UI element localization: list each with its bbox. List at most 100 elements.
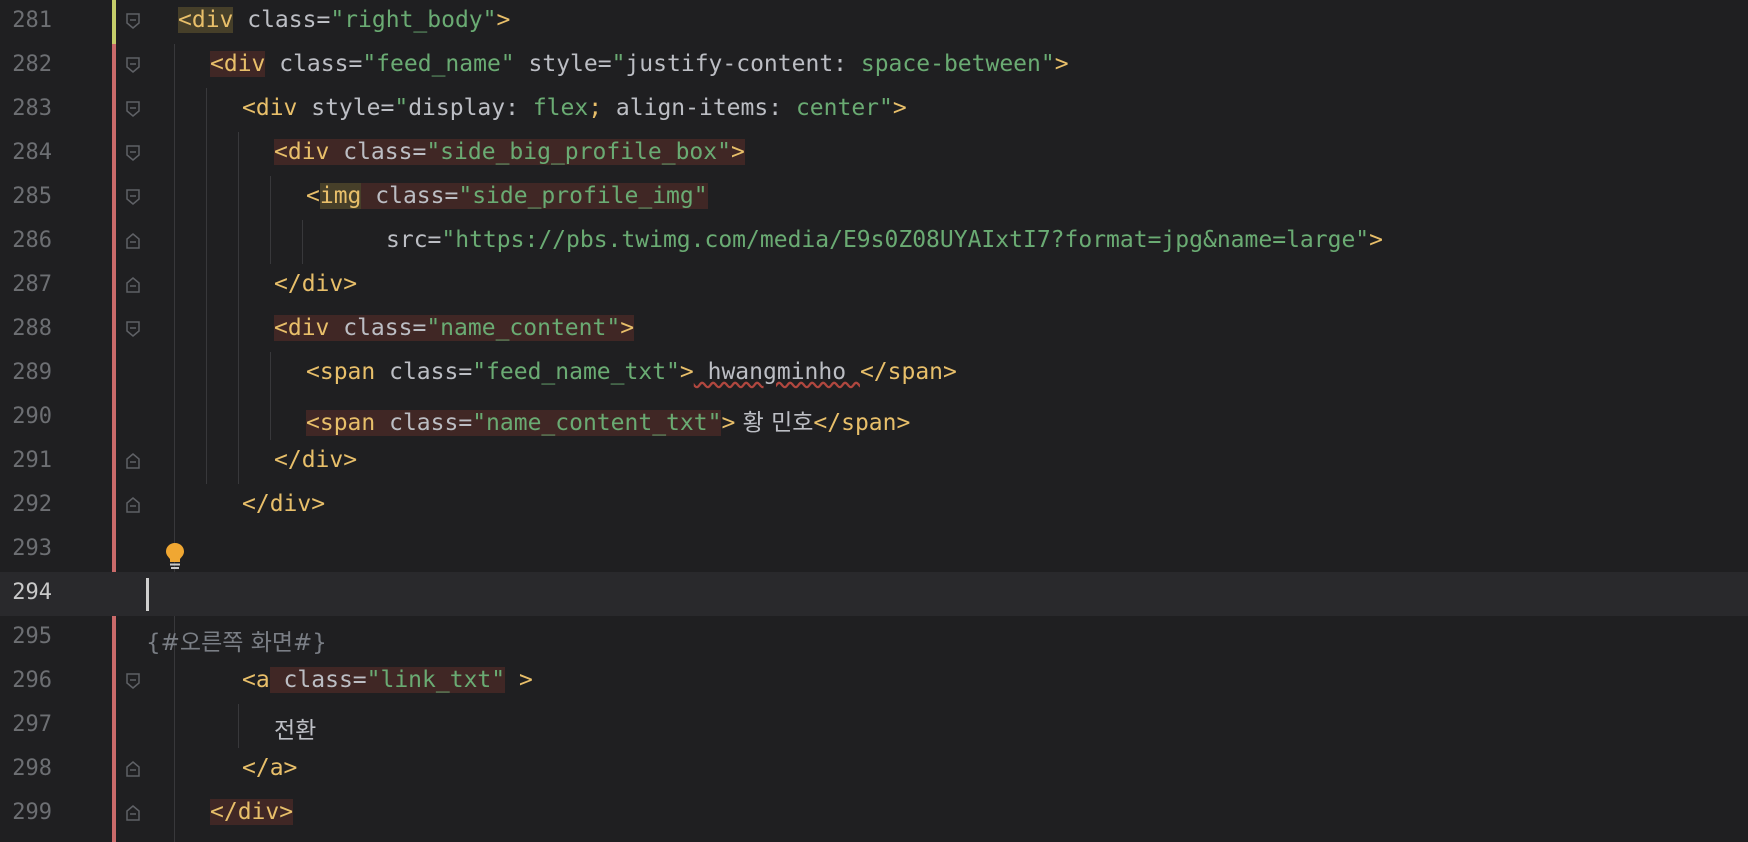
- code-line[interactable]: 291 </div>: [0, 440, 1748, 484]
- tag-token: <div: [274, 139, 330, 165]
- css-prop-token: display:: [408, 95, 533, 121]
- template-comment: {#오른쪽 화면#}: [146, 630, 327, 656]
- code-line[interactable]: 282 <div class="feed_name" style="justif…: [0, 44, 1748, 88]
- css-value-token: flex: [532, 95, 589, 121]
- fold-icon[interactable]: [126, 145, 140, 161]
- string-token: "name_content_txt": [472, 410, 722, 436]
- tag-token: </div>: [210, 799, 294, 825]
- code-line[interactable]: 297 전환: [0, 704, 1748, 748]
- attr-token: style=: [514, 51, 612, 77]
- code-line[interactable]: 292 </div>: [0, 484, 1748, 528]
- code-editor[interactable]: 281 <div class="right_body"> 282 <div cl…: [0, 0, 1748, 842]
- code-line[interactable]: 296 <a class="link_txt" >: [0, 660, 1748, 704]
- text-content-token: 황 민호: [735, 410, 814, 436]
- code-line[interactable]: 284 <div class="side_big_profile_box">: [0, 132, 1748, 176]
- line-number: 294: [12, 580, 52, 605]
- code-text: <span class="name_content_txt"> 황 민호</sp…: [306, 403, 910, 437]
- code-text: <div class="right_body">: [178, 7, 510, 33]
- tag-token: <div: [178, 7, 234, 33]
- code-text: <div class="side_big_profile_box">: [274, 139, 745, 165]
- string-token: "side_big_profile_box": [426, 139, 731, 165]
- code-line[interactable]: 283 <div style="display: flex; align-ite…: [0, 88, 1748, 132]
- fold-icon[interactable]: [126, 761, 140, 777]
- code-line[interactable]: 290 <span class="name_content_txt"> 황 민호…: [0, 396, 1748, 440]
- line-number: 285: [12, 184, 52, 209]
- code-line[interactable]: 287 </div>: [0, 264, 1748, 308]
- tag-token: <a: [242, 667, 270, 693]
- line-number: 295: [12, 624, 52, 649]
- tag-token: >: [730, 139, 745, 165]
- line-number: 284: [12, 140, 52, 165]
- code-text: <a class="link_txt" >: [242, 667, 533, 693]
- fold-icon[interactable]: [126, 277, 140, 293]
- tag-token: >: [721, 410, 736, 436]
- fold-icon[interactable]: [126, 189, 140, 205]
- fold-icon[interactable]: [126, 673, 140, 689]
- string-token: "feed_name_txt": [472, 359, 680, 385]
- css-prop-token: align-items:: [602, 95, 796, 121]
- tag-token: <: [306, 183, 320, 209]
- code-text: <img class="side_profile_img": [306, 183, 708, 209]
- css-semicolon-token: ;: [588, 95, 603, 121]
- code-line[interactable]: 288 <div class="name_content">: [0, 308, 1748, 352]
- attr-token: style=: [297, 95, 395, 121]
- fold-icon[interactable]: [126, 805, 140, 821]
- tag-token: </div>: [274, 271, 358, 297]
- tag-token: <div: [274, 315, 330, 341]
- string-token: "right_body": [330, 7, 497, 33]
- line-number: 299: [12, 800, 52, 825]
- tag-token: <div: [210, 51, 266, 77]
- code-text: <div class="feed_name" style="justify-co…: [210, 51, 1069, 77]
- fold-icon[interactable]: [126, 233, 140, 249]
- string-token: ": [879, 95, 893, 121]
- tag-token: <div: [242, 95, 298, 121]
- line-number: 293: [12, 536, 52, 561]
- tag-token: >: [620, 315, 635, 341]
- tag-token: </span>: [813, 410, 911, 436]
- attr-token: class=: [329, 315, 427, 341]
- code-line[interactable]: 299 </div>: [0, 792, 1748, 836]
- line-number: 296: [12, 668, 52, 693]
- code-line[interactable]: 281 <div class="right_body">: [0, 0, 1748, 44]
- code-line[interactable]: 286 src="https://pbs.twimg.com/media/E9s…: [0, 220, 1748, 264]
- attr-token: src=: [386, 227, 442, 253]
- string-token: ": [394, 95, 409, 121]
- code-text: </div>: [242, 491, 325, 517]
- fold-icon[interactable]: [126, 101, 140, 117]
- tag-token: >: [679, 359, 694, 385]
- line-number: 281: [12, 8, 52, 33]
- code-text: <div style="display: flex; align-items: …: [242, 95, 907, 121]
- code-text: <span class="feed_name_txt"> hwangminho …: [306, 359, 957, 385]
- code-line[interactable]: 295 {#오른쪽 화면#}: [0, 616, 1748, 660]
- fold-icon[interactable]: [126, 321, 140, 337]
- attr-token: class=: [361, 183, 459, 209]
- fold-icon[interactable]: [126, 13, 140, 29]
- lightbulb-icon[interactable]: [165, 542, 185, 570]
- code-line[interactable]: 298 </a>: [0, 748, 1748, 792]
- tag-token: <span: [306, 410, 376, 436]
- fold-icon[interactable]: [126, 497, 140, 513]
- line-number: 288: [12, 316, 52, 341]
- code-text: </div>: [274, 447, 357, 473]
- code-line[interactable]: 285 <img class="side_profile_img": [0, 176, 1748, 220]
- code-line[interactable]: 289 <span class="feed_name_txt"> hwangmi…: [0, 352, 1748, 396]
- tag-token: </a>: [242, 755, 298, 781]
- css-prop-token: justify-content:: [625, 51, 861, 77]
- attr-token: class=: [265, 51, 363, 77]
- code-text: </a>: [242, 755, 297, 781]
- css-value-token: space-between: [860, 51, 1041, 77]
- attr-token: class=: [269, 667, 367, 693]
- tag-token: >: [1054, 51, 1069, 77]
- tag-token: img: [319, 183, 362, 209]
- code-line[interactable]: 293: [0, 528, 1748, 572]
- fold-icon[interactable]: [126, 57, 140, 73]
- line-number: 283: [12, 96, 52, 121]
- line-number: 289: [12, 360, 52, 385]
- current-code-line[interactable]: 294: [0, 572, 1748, 616]
- code-text: src="https://pbs.twimg.com/media/E9s0Z08…: [386, 227, 1383, 253]
- string-token: "link_txt": [366, 667, 506, 693]
- string-token: "name_content": [426, 315, 621, 341]
- fold-icon[interactable]: [126, 453, 140, 469]
- line-number: 292: [12, 492, 52, 517]
- tag-token: >: [505, 667, 533, 693]
